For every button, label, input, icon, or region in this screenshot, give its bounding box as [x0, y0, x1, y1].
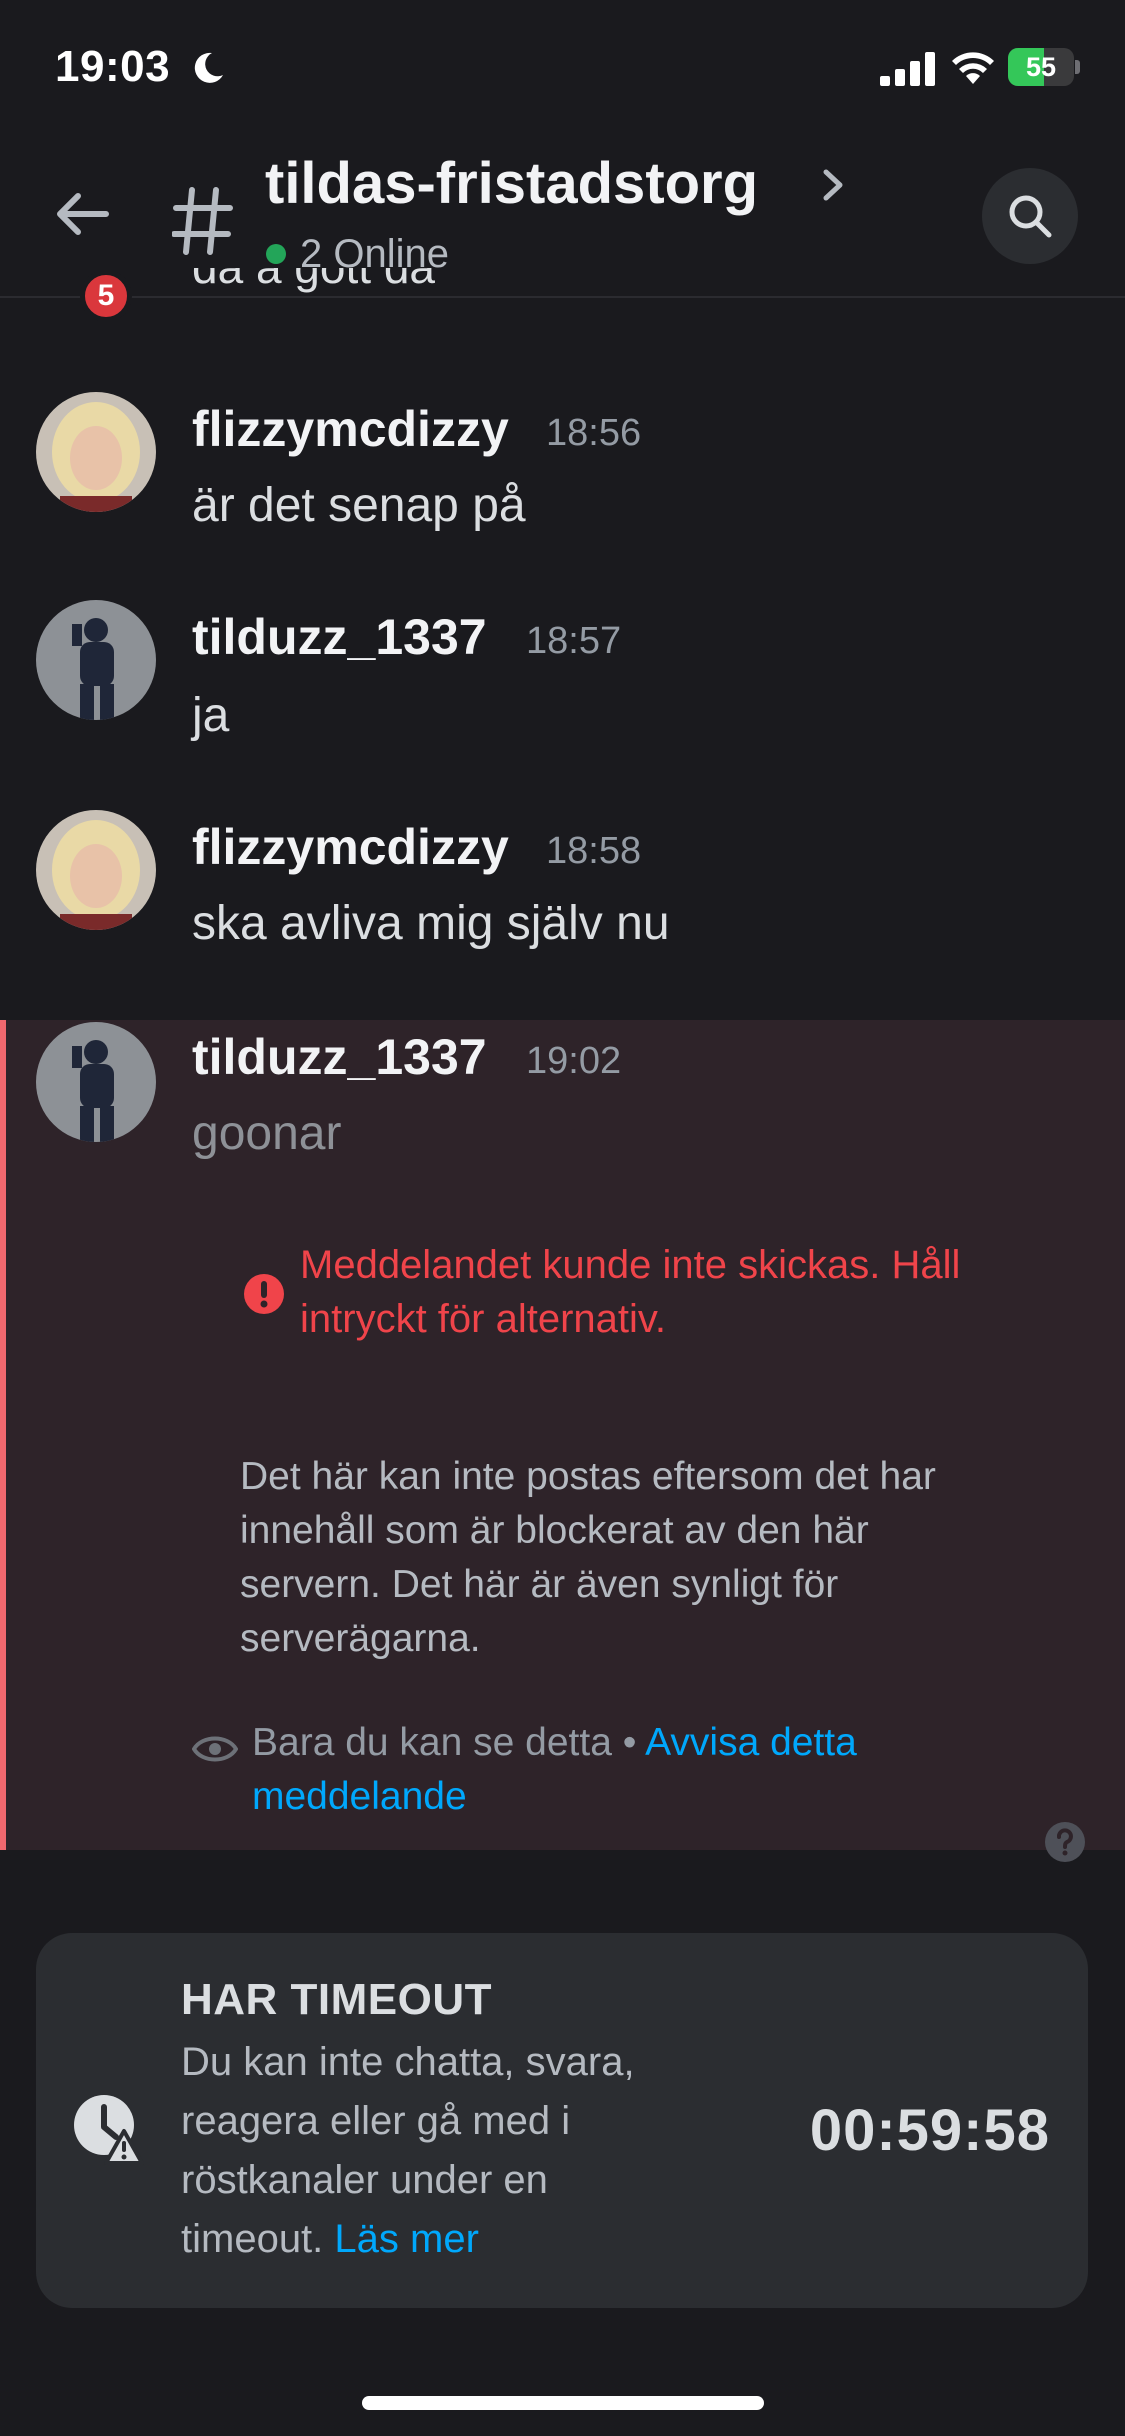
username[interactable]: flizzymcdizzy: [192, 400, 509, 458]
back-button[interactable]: 5: [50, 182, 132, 322]
hash-icon: [172, 187, 233, 255]
partial-message-text: då å gött då: [192, 268, 435, 294]
error-icon: [244, 1274, 284, 1314]
avatar[interactable]: [36, 1022, 156, 1142]
only-you-text: Bara du kan se detta •: [252, 1721, 637, 1764]
avatar[interactable]: [36, 810, 156, 930]
battery-icon: 55: [1008, 48, 1080, 86]
timestamp: 19:02: [526, 1040, 622, 1082]
username[interactable]: tilduzz_1337: [192, 608, 487, 666]
back-arrow-icon: [57, 193, 109, 235]
status-bar: 19:03 55: [0, 0, 1125, 140]
unread-badge: 5: [80, 270, 132, 322]
timestamp: 18:56: [546, 412, 642, 454]
clock-warning-icon: [74, 2095, 144, 2165]
moon-icon: [194, 52, 223, 83]
timeout-description: Du kan inte chatta, svara, reagera eller…: [181, 2033, 701, 2269]
timeout-title: HAR TIMEOUT: [181, 1975, 493, 2024]
chevron-right-icon[interactable]: [818, 164, 848, 206]
failed-message[interactable]: tilduzz_1337 19:02 goonar Meddelandet ku…: [0, 1020, 1125, 1862]
online-dot: [266, 244, 286, 264]
wifi-icon: [952, 52, 994, 84]
username[interactable]: tilduzz_1337: [192, 1028, 487, 1086]
search-button[interactable]: [982, 168, 1078, 264]
battery-percent: 55: [1025, 52, 1057, 82]
channel-name[interactable]: tildas-fristadstorg: [265, 150, 758, 217]
send-error-text: Meddelandet kunde inte skickas. Håll int…: [300, 1243, 961, 1341]
read-more-link[interactable]: Läs mer: [334, 2217, 479, 2261]
search-icon: [1009, 195, 1052, 238]
username[interactable]: flizzymcdizzy: [192, 818, 509, 876]
home-indicator[interactable]: [362, 2396, 764, 2410]
timestamp: 18:58: [546, 830, 642, 872]
partial-message: då å gött då: [192, 268, 992, 328]
visibility-note: Bara du kan se detta • Avvisa detta medd…: [252, 1716, 1012, 1824]
timeout-timer: 00:59:58: [809, 2098, 1050, 2163]
message-text: goonar: [192, 1107, 342, 1160]
timestamp: 18:57: [526, 620, 622, 662]
status-time: 19:03: [55, 42, 171, 91]
avatar[interactable]: [36, 392, 156, 512]
eye-icon: [192, 1736, 238, 1762]
blocked-notice: Det här kan inte postas eftersom det har…: [240, 1455, 936, 1660]
timeout-card: HAR TIMEOUT Du kan inte chatta, svara, r…: [36, 1933, 1088, 2308]
message-text: ska avliva mig själv nu: [192, 897, 670, 950]
signal-icon: [880, 52, 935, 86]
help-icon[interactable]: [1043, 1820, 1087, 1864]
failed-highlight-bar: [0, 1020, 6, 1850]
avatar[interactable]: [36, 600, 156, 720]
message-text: ja: [192, 689, 230, 742]
message-text: är det senap på: [192, 479, 526, 532]
